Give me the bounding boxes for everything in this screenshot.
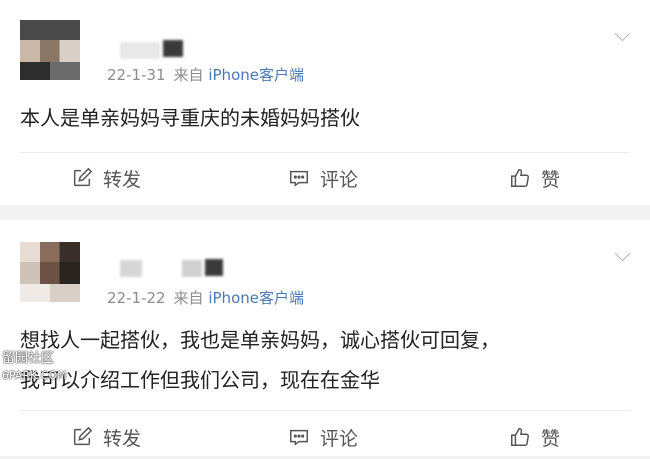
comment-button[interactable]: 评论 <box>288 415 358 459</box>
action-bar: 转发 评论 赞 <box>0 156 650 200</box>
thumbs-up-icon <box>511 169 529 187</box>
watermark-line: 留园社区 <box>2 351 55 366</box>
chevron-down-icon[interactable] <box>614 25 631 42</box>
username-redacted[interactable] <box>205 259 223 276</box>
repost-button[interactable]: 转发 <box>71 156 141 200</box>
post-text: 想找人一起搭伙，我也是单亲妈妈，诚心搭伙可回复， 我可以介绍工作但我们公司，现在… <box>20 320 500 400</box>
post-text-line: 想找人一起搭伙，我也是单亲妈妈，诚心搭伙可回复， <box>20 328 500 352</box>
post-meta: 22-1-22 来自 iPhone客户端 <box>107 287 304 308</box>
watermark-line: 6PARK.COM <box>2 369 67 382</box>
comment-bubble-icon <box>290 429 308 446</box>
comment-label: 评论 <box>320 427 359 450</box>
username-redacted[interactable] <box>120 260 142 277</box>
thumbs-up-icon <box>511 428 529 446</box>
like-label: 赞 <box>541 168 561 191</box>
post-card: 22-1-22 来自 iPhone客户端 想找人一起搭伙，我也是单亲妈妈，诚心搭伙… <box>0 220 650 456</box>
post-text-line: 我可以介绍工作但我们公司，现在在金华 <box>20 368 380 392</box>
post-date: 22-1-22 <box>107 289 166 307</box>
avatar[interactable] <box>20 242 80 302</box>
username-redacted[interactable] <box>163 40 183 57</box>
comment-label: 评论 <box>320 168 359 191</box>
divider <box>20 152 630 153</box>
chevron-down-icon[interactable] <box>614 245 631 262</box>
edit-square-icon <box>73 167 93 187</box>
comment-bubble-icon <box>290 170 308 187</box>
source-link[interactable]: iPhone客户端 <box>208 66 304 84</box>
repost-button[interactable]: 转发 <box>71 415 141 459</box>
source-prefix: 来自 <box>173 289 204 307</box>
comment-button[interactable]: 评论 <box>288 156 358 200</box>
avatar[interactable] <box>20 20 80 80</box>
action-bar: 转发 评论 赞 <box>0 415 650 459</box>
site-watermark: 留园社区 6PARK.COM <box>2 350 67 384</box>
post-text: 本人是单亲妈妈寻重庆的未婚妈妈搭伙 <box>20 98 360 138</box>
source-prefix: 来自 <box>173 66 204 84</box>
post-date: 22-1-31 <box>107 66 166 84</box>
divider <box>20 410 630 411</box>
post-meta: 22-1-31 来自 iPhone客户端 <box>107 64 304 85</box>
username-redacted[interactable] <box>182 260 202 277</box>
post-card: 22-1-31 来自 iPhone客户端 本人是单亲妈妈寻重庆的未婚妈妈搭伙 转发… <box>0 0 650 205</box>
repost-label: 转发 <box>103 427 142 450</box>
repost-label: 转发 <box>103 168 142 191</box>
like-button[interactable]: 赞 <box>509 415 560 459</box>
like-label: 赞 <box>541 427 561 450</box>
like-button[interactable]: 赞 <box>509 156 560 200</box>
edit-square-icon <box>73 426 93 446</box>
username-redacted[interactable] <box>120 42 160 59</box>
source-link[interactable]: iPhone客户端 <box>208 289 304 307</box>
post-text-line: 本人是单亲妈妈寻重庆的未婚妈妈搭伙 <box>20 106 360 130</box>
